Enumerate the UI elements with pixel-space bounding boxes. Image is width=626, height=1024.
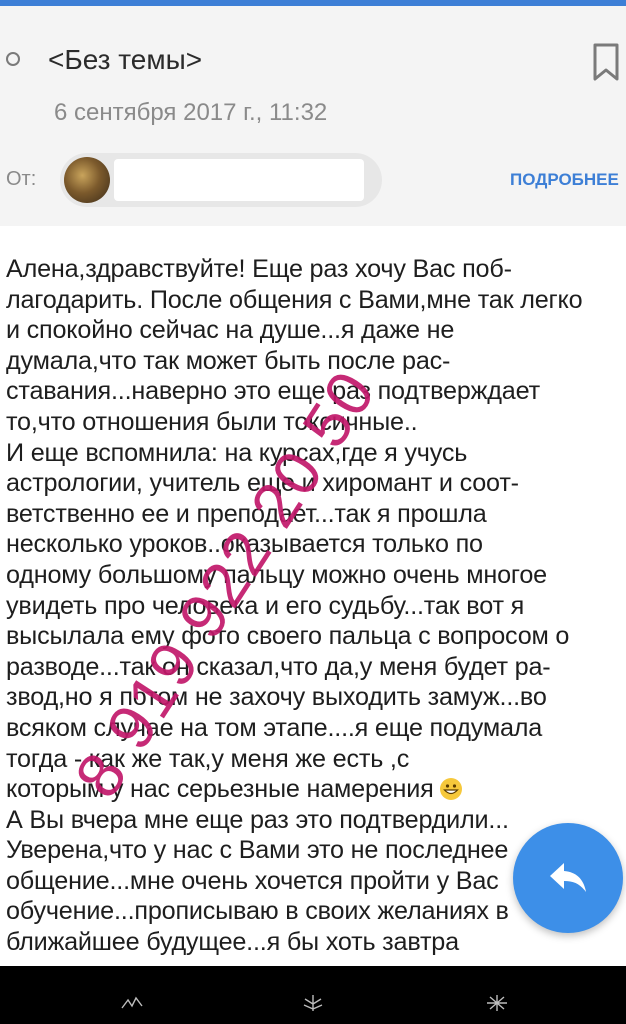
grinning-face-icon <box>440 778 463 801</box>
details-link[interactable]: ПОДРОБНЕЕ <box>510 170 619 190</box>
message-subject: <Без темы> <box>48 44 203 75</box>
sender-name-redacted <box>114 159 364 201</box>
sender-chip[interactable] <box>60 153 382 207</box>
bookmark-icon[interactable] <box>590 42 622 82</box>
message-date: 6 сентября 2017 г., 11:32 <box>54 99 328 126</box>
reply-icon <box>550 863 586 892</box>
nav-home-icon[interactable] <box>300 994 326 1012</box>
nav-recents-icon[interactable] <box>484 994 510 1012</box>
message-body-text-continued: А Вы вчера мне еще раз это подтвердили..… <box>6 805 509 957</box>
message-body: Алена,здравствуйте! Еще раз хочу Вас поб… <box>6 254 606 958</box>
radio-circle-icon[interactable] <box>6 52 20 66</box>
nav-back-icon[interactable] <box>120 994 146 1012</box>
from-label: От: <box>6 168 37 190</box>
avatar <box>64 157 110 203</box>
reply-button[interactable] <box>513 823 623 933</box>
message-header: <Без темы> 6 сентября 2017 г., 11:32 От:… <box>0 6 626 226</box>
